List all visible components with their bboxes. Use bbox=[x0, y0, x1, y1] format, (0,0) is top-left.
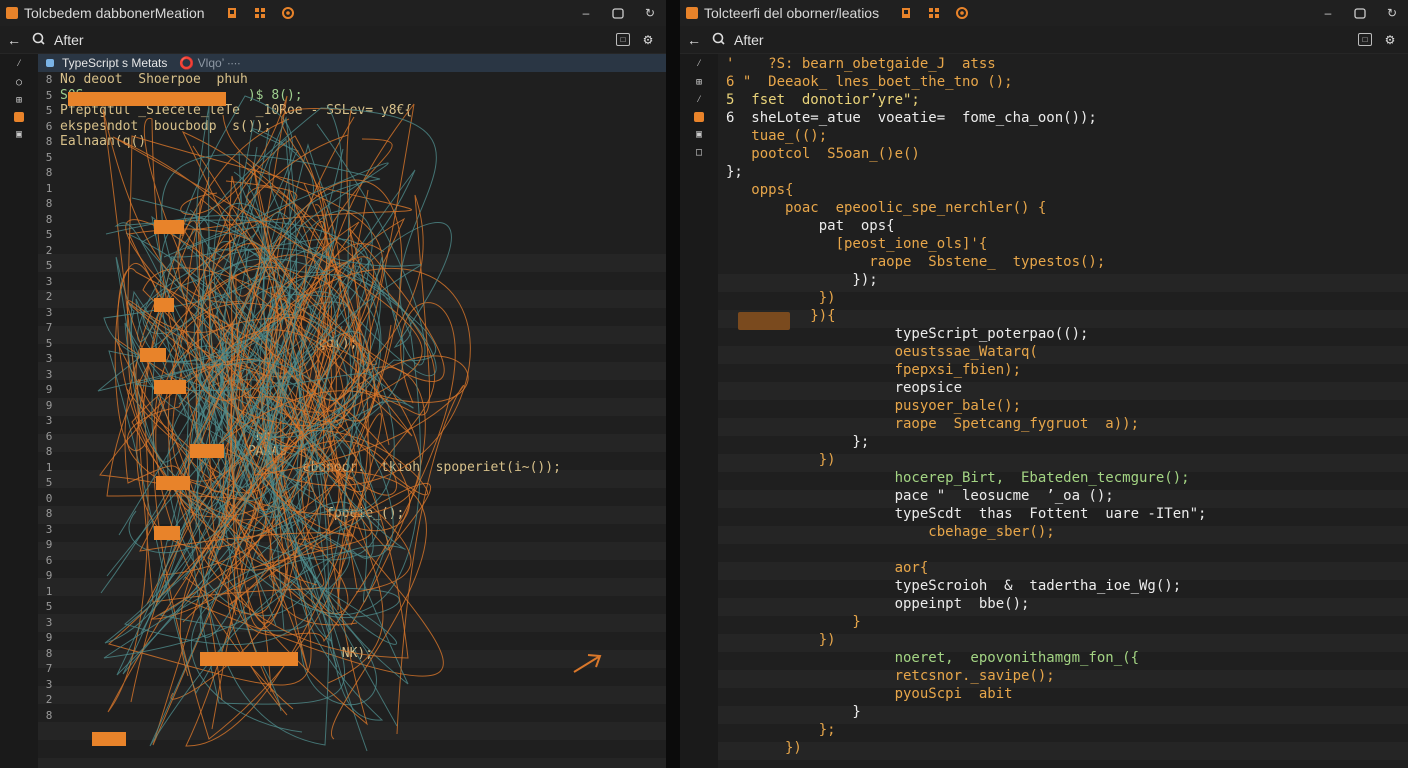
code-line: tuae_((); bbox=[726, 128, 828, 144]
window-divider bbox=[666, 0, 680, 768]
code-line: pyouScpi abit bbox=[726, 686, 1013, 702]
bookmark-icon[interactable] bbox=[694, 112, 704, 122]
split-view-icon[interactable]: □ bbox=[1358, 32, 1372, 46]
code-line: typeScdt thas Fottent uare -ITen"; bbox=[726, 506, 1207, 522]
code-line: 6 sheLote=_atue voeatie= fome_cha_oon())… bbox=[726, 110, 1097, 126]
search-icon[interactable] bbox=[710, 32, 726, 48]
code-line: } bbox=[726, 614, 861, 630]
split-view-icon[interactable]: □ bbox=[616, 32, 630, 46]
settings-icon[interactable] bbox=[955, 6, 969, 20]
code-line: raope Spetcang_fygruot a)); bbox=[726, 416, 1140, 432]
panel-icon[interactable]: □ bbox=[693, 146, 705, 158]
back-arrow-icon[interactable]: ← bbox=[686, 32, 702, 48]
right-title-bar: Tolcteerfi del oborner/leatios – ↻ bbox=[680, 0, 1408, 26]
code-line: raope Sbstene_ typestos(); bbox=[726, 254, 1106, 270]
code-line: }; bbox=[726, 164, 743, 180]
code-line: poac epeoolic_spe_nerchler() { bbox=[726, 200, 1047, 216]
search-icon[interactable] bbox=[30, 32, 46, 48]
left-toolbar-label: After bbox=[54, 31, 84, 48]
refresh-icon[interactable]: ↻ bbox=[1384, 6, 1400, 20]
code-line: pace " leosucme ’_oa (); bbox=[726, 488, 1114, 504]
code-line: reopsice bbox=[726, 380, 963, 396]
left-toolbar: ← After □ ⚙ bbox=[0, 26, 666, 54]
left-editor-window: Tolcbedem dabbonerMeation – ↻ ← After □ … bbox=[0, 0, 666, 768]
edit-icon[interactable]: ⁄ bbox=[693, 94, 705, 106]
left-activity-bar: ⁄ ○ ⊞ ▣ bbox=[0, 54, 38, 768]
code-line: }; bbox=[726, 722, 836, 738]
right-toolbar-label: After bbox=[734, 31, 764, 48]
code-line: oppeinpt bbe(); bbox=[726, 596, 1030, 612]
restore-button[interactable] bbox=[1352, 6, 1368, 20]
code-line: pootcol S5oan_()e() bbox=[726, 146, 920, 162]
left-window-title: Tolcbedem dabbonerMeation bbox=[24, 5, 205, 21]
highlight-marker bbox=[154, 526, 180, 540]
highlight-marker bbox=[140, 348, 166, 362]
code-line: }; bbox=[726, 434, 870, 450]
right-window-title: Tolcteerfi del oborner/leatios bbox=[704, 5, 880, 21]
code-line: }) bbox=[726, 740, 802, 756]
gear-icon[interactable]: ⚙ bbox=[640, 33, 656, 47]
grid-icon[interactable] bbox=[253, 6, 267, 20]
code-line: fpepxsi_fbien); bbox=[726, 362, 1022, 378]
bookmark-icon[interactable] bbox=[14, 112, 24, 122]
back-arrow-icon[interactable]: ← bbox=[6, 32, 22, 48]
minimize-button[interactable]: – bbox=[578, 6, 594, 20]
restore-button[interactable] bbox=[610, 6, 626, 20]
right-code-editor[interactable]: ' ?S: bearn_obetgaide_J atss 6 " Deeaok_ … bbox=[718, 54, 1408, 768]
bookmark-icon[interactable] bbox=[225, 6, 239, 20]
code-line: } bbox=[726, 704, 861, 720]
highlight-marker bbox=[190, 444, 224, 458]
highlight-marker bbox=[154, 380, 186, 394]
code-line: }) bbox=[726, 290, 836, 306]
code-line: aor{ bbox=[726, 560, 929, 576]
code-line: }){ bbox=[726, 308, 836, 324]
code-line: noeret, epovonithamgm_fon_({ bbox=[726, 650, 1140, 666]
code-line: ' ?S: bearn_obetgaide_J atss bbox=[726, 56, 996, 72]
code-line: }) bbox=[726, 452, 836, 468]
minimize-button[interactable]: – bbox=[1320, 6, 1336, 20]
right-activity-bar: ⁄ ⊞ ⁄ ▣ □ bbox=[680, 54, 718, 768]
line-stripe bbox=[718, 742, 1408, 760]
arrow-icon bbox=[573, 654, 602, 673]
right-editor-window: Tolcteerfi del oborner/leatios – ↻ ← Aft… bbox=[680, 0, 1408, 768]
grid-icon[interactable] bbox=[927, 6, 941, 20]
right-toolbar: ← After □ ⚙ bbox=[680, 26, 1408, 54]
code-line: typeScript_poterpao((); bbox=[726, 326, 1089, 342]
code-line: hocerep_Birt, Ebateden_tecmgure(); bbox=[726, 470, 1190, 486]
left-title-bar: Tolcbedem dabbonerMeation – ↻ bbox=[0, 0, 666, 26]
highlight-marker bbox=[154, 298, 174, 312]
highlight-marker bbox=[68, 92, 226, 106]
extensions-icon[interactable]: ▣ bbox=[693, 128, 705, 140]
highlight-marker bbox=[92, 732, 126, 746]
code-line: pat ops{ bbox=[726, 218, 895, 234]
code-line: }) bbox=[726, 632, 836, 648]
highlight-marker bbox=[154, 220, 184, 234]
left-code-editor[interactable]: TypeScript s Metats ⭕ Vlqo’ ∙∙∙∙ 8 No deo… bbox=[38, 54, 666, 768]
bookmark-icon[interactable] bbox=[899, 6, 913, 20]
code-line: }); bbox=[726, 272, 878, 288]
extensions-icon[interactable]: ▣ bbox=[13, 128, 25, 140]
app-icon bbox=[6, 7, 18, 19]
edit-icon[interactable]: ⁄ bbox=[13, 58, 25, 70]
code-line: typeScroioh & tadertha_ioe_Wg(); bbox=[726, 578, 1182, 594]
gear-icon[interactable]: ⚙ bbox=[1382, 33, 1398, 47]
layout-icon[interactable]: ⊞ bbox=[13, 94, 25, 106]
app-icon bbox=[686, 7, 698, 19]
highlight-marker bbox=[200, 652, 298, 666]
layout-icon[interactable]: ⊞ bbox=[693, 76, 705, 88]
code-line: opps{ bbox=[726, 182, 794, 198]
lock-icon[interactable]: ○ bbox=[13, 76, 25, 88]
code-line: oeustssae_Watarq( bbox=[726, 344, 1038, 360]
edit-icon[interactable]: ⁄ bbox=[693, 58, 705, 70]
code-line: pusyoer_bale(); bbox=[726, 398, 1022, 414]
tangled-lines-graphic bbox=[97, 95, 602, 752]
code-line: retcsnor._savipe(); bbox=[726, 668, 1055, 684]
code-line: 5 fset donotior’yre"; bbox=[726, 92, 920, 108]
settings-icon[interactable] bbox=[281, 6, 295, 20]
code-line: cbehage_sber(); bbox=[726, 524, 1055, 540]
code-line: [peost_ione_ols]'{ bbox=[726, 236, 988, 252]
highlight-marker bbox=[156, 476, 190, 490]
refresh-icon[interactable]: ↻ bbox=[642, 6, 658, 20]
code-line: 6 " Deeaok_ lnes_boet_the_tno (); bbox=[726, 74, 1013, 90]
